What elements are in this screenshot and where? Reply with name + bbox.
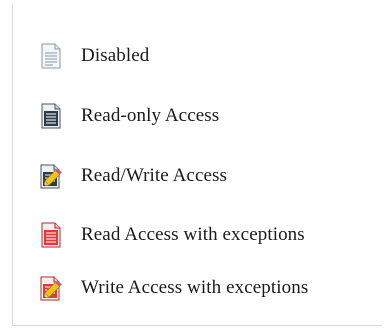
document-read-exceptions-icon (39, 222, 63, 248)
legend-label: Read-only Access (81, 105, 220, 126)
legend-item-write-exceptions: Write Access with exceptions (39, 272, 308, 304)
document-edit-icon (39, 163, 63, 189)
document-read-only-icon (39, 103, 63, 129)
access-legend-panel: Disabled Read-only Access Read/Write Acc… (12, 4, 382, 326)
legend-item-disabled: Disabled (39, 40, 149, 72)
legend-label: Disabled (81, 45, 150, 66)
legend-label: Write Access with exceptions (81, 277, 309, 298)
legend-item-read-only: Read-only Access (39, 100, 219, 132)
legend-label: Read Access with exceptions (81, 224, 305, 245)
legend-label: Read/Write Access (81, 165, 228, 186)
legend-item-read-exceptions: Read Access with exceptions (39, 219, 305, 251)
legend-item-read-write: Read/Write Access (39, 160, 227, 192)
document-disabled-icon (39, 43, 63, 69)
document-write-exceptions-icon (39, 275, 63, 301)
